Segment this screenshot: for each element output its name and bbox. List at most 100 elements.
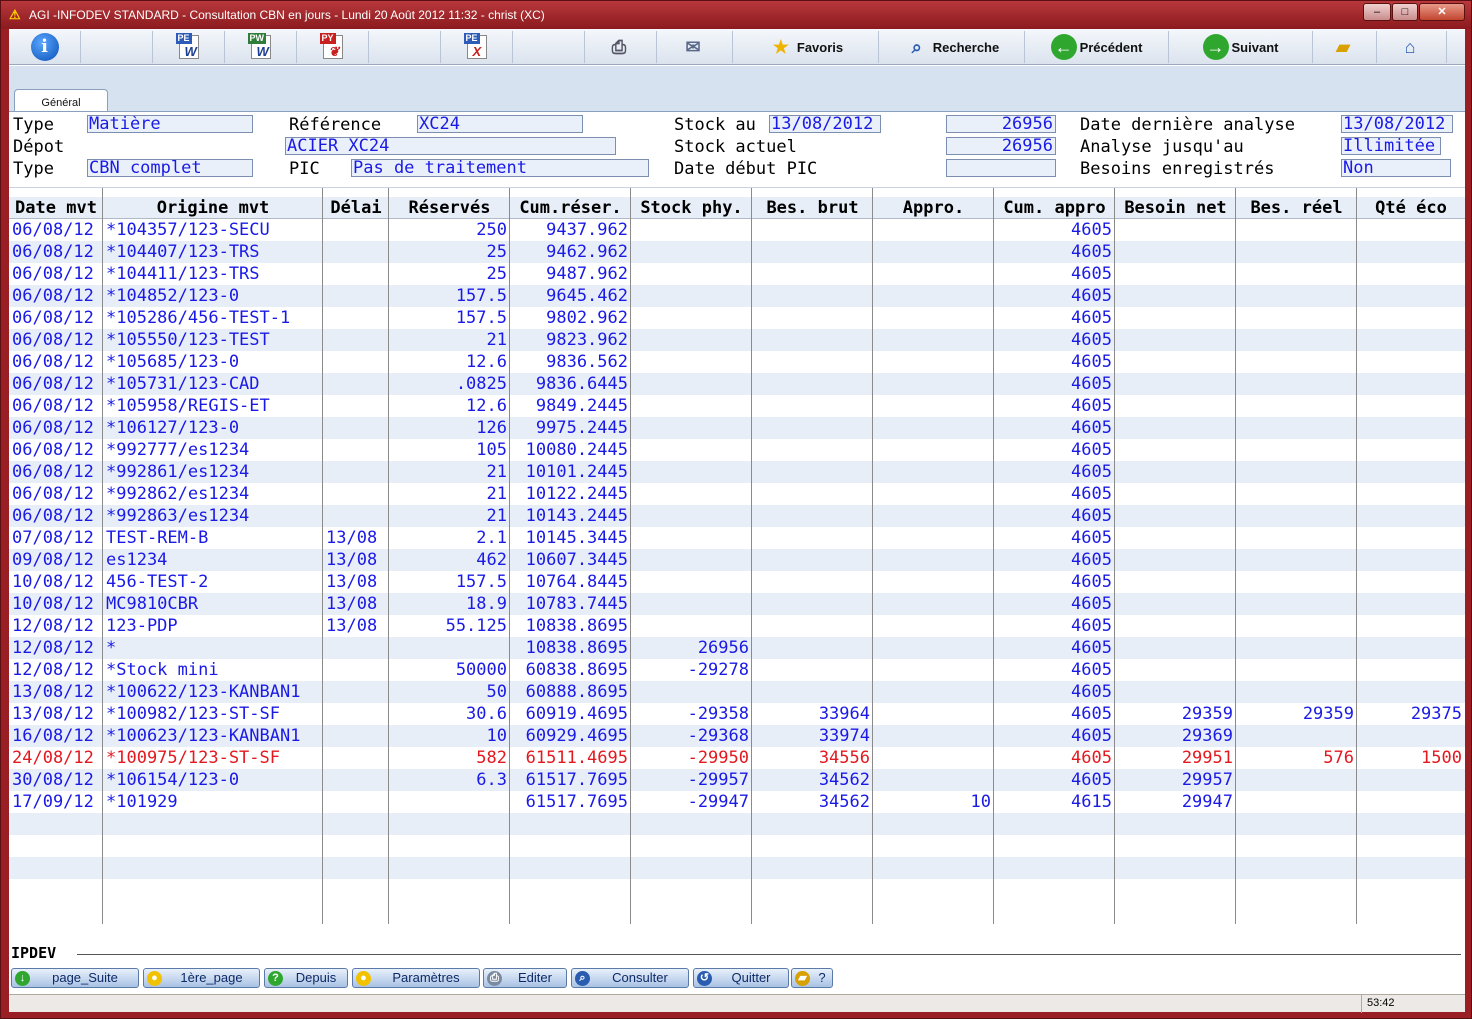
print-button[interactable]: ⎙ (585, 31, 657, 63)
circle-icon: ● (147, 971, 162, 986)
toolbar-spacer (369, 31, 441, 63)
cell-qte-eco (1357, 263, 1465, 285)
cell-qte-eco (1357, 417, 1465, 439)
column-line (9, 188, 103, 924)
depuis-button[interactable]: ? Depuis (264, 968, 348, 988)
suivant-button[interactable]: → Suivant (1169, 31, 1313, 63)
toolbar: i PE W PW W PY ❦ PE X ⎙ ✉ ★ Favoris ⌕ Re… (9, 29, 1465, 65)
premiere-page-label: 1ère_page (180, 970, 243, 985)
status-clock: 53:42 (1367, 997, 1395, 1009)
home-button[interactable]: ⌂ (1377, 31, 1447, 63)
parametres-button[interactable]: ● Paramètres (352, 968, 480, 988)
page-suite-label: page_Suite (52, 970, 118, 985)
designation-field[interactable]: ACIER XC24 (285, 137, 616, 155)
cell-qte-eco: 1500 (1421, 748, 1462, 768)
cell-qte-eco (1357, 395, 1465, 417)
email-button[interactable]: ✉ (657, 31, 733, 63)
cell-qte-eco (1357, 659, 1465, 681)
column-line (510, 188, 631, 924)
type-field[interactable]: Matière (87, 115, 253, 133)
toolbar-spacer (81, 31, 153, 63)
cell-qte-eco (1357, 593, 1465, 615)
export-word-pw-button[interactable]: PW W (225, 31, 297, 63)
stock-au-date-field[interactable]: 13/08/2012 (769, 115, 881, 133)
reference-label: Référence (289, 115, 382, 135)
analyse-jusqu-field[interactable]: Illimitée (1341, 137, 1441, 155)
besoins-field[interactable]: Non (1341, 159, 1451, 177)
export-word-pe-button[interactable]: PE W (153, 31, 225, 63)
envelope-icon: ✉ (685, 37, 701, 57)
precedent-button[interactable]: ← Précédent (1025, 31, 1169, 63)
star-icon: ★ (772, 37, 789, 57)
recherche-label: Recherche (932, 39, 1000, 55)
quitter-button[interactable]: ↺ Quitter (693, 968, 789, 988)
recherche-button[interactable]: ⌕ Recherche (879, 31, 1025, 63)
application-window: ⚠ AGI -INFODEV STANDARD - Consultation C… (0, 0, 1472, 1019)
column-line (752, 188, 873, 924)
arrow-left-icon: ← (1050, 34, 1077, 60)
cell-qte-eco: 29375 (1410, 704, 1462, 724)
magnifier-icon: ⌕ (911, 37, 922, 57)
stock-actuel-field[interactable]: 26956 (946, 137, 1056, 155)
circle-icon: ● (356, 971, 371, 986)
cell-qte-eco (1357, 505, 1465, 527)
consulter-button[interactable]: ⌕ Consulter (571, 968, 689, 988)
export-pdf-button[interactable]: PY ❦ (297, 31, 369, 63)
cell-qte-eco (1357, 637, 1465, 659)
stock-au-label: Stock au (674, 115, 756, 135)
house-icon: ⌂ (1404, 37, 1416, 57)
aide-button[interactable]: ▰? (791, 968, 833, 988)
cell-qte-eco (1357, 769, 1465, 791)
printer-icon: ⎙ (487, 971, 502, 986)
editer-button[interactable]: ⎙ Editer (483, 968, 567, 988)
derniere-analyse-label: Date dernière analyse (1080, 115, 1295, 135)
word-document-icon: PW W (247, 33, 271, 59)
close-button[interactable]: ✕ (1419, 3, 1465, 21)
footer: IPDEV ↓ page_Suite ● 1ère_page? Depuis ● Param… (9, 924, 1465, 994)
stock-au-value-field[interactable]: 26956 (946, 115, 1056, 133)
date-debut-pic-field[interactable] (946, 159, 1056, 177)
editer-label: Editer (518, 970, 552, 985)
excel-document-icon: PE X (463, 33, 490, 61)
pdf-document-icon: PY ❦ (319, 33, 346, 61)
page-suite-button[interactable]: ↓ page_Suite (11, 968, 139, 988)
app-icon: ⚠ (9, 7, 21, 22)
favoris-button[interactable]: ★ Favoris (733, 31, 879, 63)
depot-label: Dépot (13, 137, 65, 157)
notebook-button[interactable]: ▰ (1313, 31, 1377, 63)
help-book-icon: ▰ (795, 971, 810, 986)
export-excel-button[interactable]: PE X (441, 31, 513, 63)
type2-field[interactable]: CBN complet (87, 159, 253, 177)
column-header-qte-eco[interactable]: Qté éco (1357, 197, 1465, 219)
pic-label: PIC (289, 159, 320, 179)
analyse-jusqu-label: Analyse jusqu'au (1080, 137, 1244, 157)
status-divider (1361, 995, 1362, 1013)
column-line (994, 188, 1115, 924)
type2-label: Type (13, 159, 54, 179)
quitter-label: Quitter (731, 970, 771, 985)
premiere-page-button[interactable]: ● 1ère_page (143, 968, 260, 988)
maximize-button[interactable]: □ (1392, 3, 1418, 21)
favoris-label: Favoris (796, 39, 844, 55)
column-line (1236, 188, 1357, 924)
date-debut-pic-label: Date début PIC (674, 159, 818, 179)
help-circle-icon: ? (268, 971, 283, 986)
cell-qte-eco (1357, 725, 1465, 747)
client-area: i PE W PW W PY ❦ PE X ⎙ ✉ ★ Favoris ⌕ Re… (9, 29, 1465, 1013)
consulter-label: Consulter (612, 970, 668, 985)
word-document-icon: PE W (175, 33, 199, 59)
type-label: Type (13, 115, 54, 135)
reference-field[interactable]: XC24 (417, 115, 583, 133)
cell-qte-eco (1357, 571, 1465, 593)
info-button[interactable]: i (9, 31, 81, 63)
exit-icon: ↺ (697, 971, 712, 986)
printer-icon: ⎙ (611, 37, 627, 57)
derniere-analyse-field[interactable]: 13/08/2012 (1341, 115, 1453, 133)
aide-label: ? (818, 970, 826, 985)
minimize-button[interactable]: – (1363, 3, 1391, 21)
precedent-label: Précédent (1079, 39, 1143, 55)
pic-field[interactable]: Pas de traitement (351, 159, 649, 177)
tab-general[interactable]: Général (14, 89, 108, 113)
cell-qte-eco (1357, 439, 1465, 461)
title-bar[interactable]: ⚠ AGI -INFODEV STANDARD - Consultation C… (1, 1, 1471, 29)
